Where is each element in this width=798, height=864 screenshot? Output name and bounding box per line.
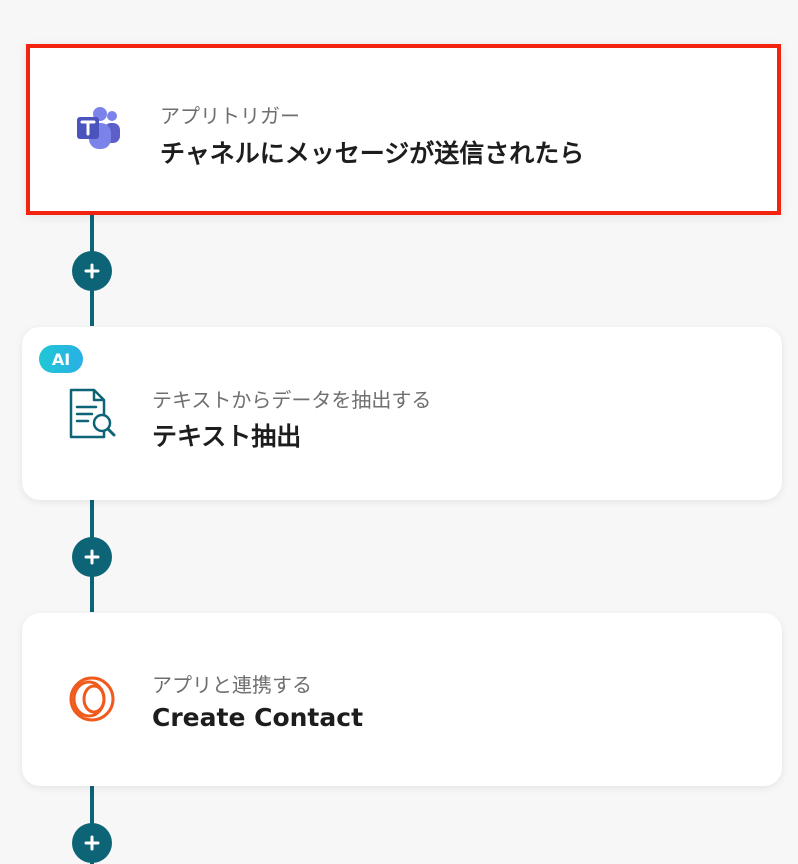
plus-icon — [84, 835, 100, 851]
add-step-button[interactable] — [72, 823, 112, 863]
step-type-label: アプリと連携する — [152, 673, 312, 697]
step-title: チャネルにメッセージが送信されたら — [160, 139, 585, 168]
plus-icon — [84, 549, 100, 565]
plus-icon — [84, 263, 100, 279]
step-card-trigger[interactable]: アプリトリガー チャネルにメッセージが送信されたら — [26, 44, 781, 215]
flow-canvas: アプリトリガー チャネルにメッセージが送信されたら AI テキストからデータを抽… — [0, 0, 798, 864]
step-card-create-contact[interactable]: アプリと連携する Create Contact — [22, 613, 782, 786]
step-title: テキスト抽出 — [152, 422, 302, 451]
document-search-icon — [66, 388, 118, 440]
microsoft-teams-icon — [74, 102, 126, 154]
loop-rings-icon — [66, 673, 118, 725]
step-type-label: テキストからデータを抽出する — [152, 388, 432, 412]
add-step-button[interactable] — [72, 537, 112, 577]
step-type-label: アプリトリガー — [160, 104, 300, 128]
step-card-text-extract[interactable]: テキストからデータを抽出する テキスト抽出 — [22, 327, 782, 500]
add-step-button[interactable] — [72, 251, 112, 291]
step-title: Create Contact — [152, 703, 364, 732]
ai-badge: AI — [39, 345, 83, 373]
